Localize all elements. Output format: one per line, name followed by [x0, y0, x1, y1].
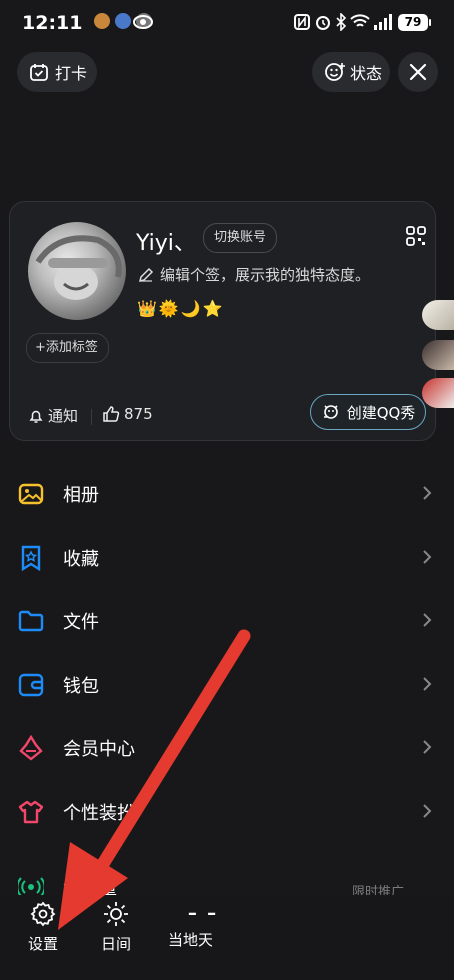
day-night-toggle[interactable]: 日间: [91, 901, 141, 954]
add-tag-label: 添加标签: [45, 340, 98, 355]
avatar[interactable]: [28, 222, 126, 320]
wifi-icon: [350, 14, 370, 27]
settings-label: 设置: [27, 935, 58, 953]
menu-item-wallet[interactable]: 钱包: [0, 654, 454, 716]
favorite-icon: [21, 545, 41, 571]
sun-icon: 🌞: [158, 299, 179, 318]
switch-account-button[interactable]: 切换账号: [203, 223, 278, 253]
album-icon: [18, 483, 44, 505]
menu-item-album[interactable]: 相册: [0, 463, 454, 525]
smiley-plus-icon: [325, 63, 345, 81]
eye-icon: [133, 15, 153, 29]
sun-icon: [104, 902, 128, 926]
battery-level: 79: [398, 14, 431, 31]
divider: [91, 409, 92, 425]
chevron-right-icon: [423, 677, 432, 691]
gear-icon: [30, 901, 56, 927]
notification-toggle[interactable]: 通知: [28, 405, 78, 426]
qq-show-label: 创建QQ秀: [346, 403, 416, 422]
app-notification-icon: [115, 13, 131, 29]
menu-label-wallet: 钱包: [63, 676, 99, 697]
nfc-icon: [294, 14, 310, 30]
app-notification-icon: [94, 13, 110, 29]
menu-label-outfit: 个性装扮: [63, 803, 135, 824]
menu-item-favorites[interactable]: 收藏: [0, 527, 454, 589]
bottom-bar: 设置 日间 – – 当地天气: [0, 895, 454, 980]
star-icon: ⭐: [202, 299, 223, 318]
vip-icon: [19, 735, 43, 761]
chevron-right-icon: [423, 613, 432, 627]
bluetooth-icon: [336, 13, 347, 31]
menu-label-album: 相册: [63, 485, 99, 506]
add-tag-button[interactable]: +添加标签: [26, 333, 109, 363]
level-badges[interactable]: 👑 🌞 🌙 ⭐: [137, 299, 223, 318]
alarm-icon: [316, 16, 330, 30]
chevron-right-icon: [423, 740, 432, 754]
likes-button[interactable]: 875: [102, 405, 153, 423]
avatar-sparkle-icon: [323, 405, 338, 419]
checkin-button[interactable]: 打卡: [17, 52, 97, 92]
wallet-icon: [18, 673, 44, 697]
plus-icon: +: [35, 340, 46, 355]
bell-icon: [29, 410, 43, 423]
calendar-check-icon: [30, 64, 48, 81]
avatar-image: [35, 235, 122, 300]
menu-label-files: 文件: [63, 612, 99, 633]
menu-label-favorites: 收藏: [63, 549, 99, 570]
menu-label-vip-center: 会员中心: [63, 739, 135, 760]
sticker-character-2[interactable]: [422, 340, 454, 370]
signature-text: 编辑个签，展示我的独特态度。: [160, 266, 371, 284]
local-weather-button[interactable]: – – 当地天气: [168, 901, 238, 950]
crown-icon: 👑: [137, 299, 157, 318]
qr-code-icon[interactable]: [406, 226, 426, 246]
thumbs-up-icon: [103, 406, 120, 422]
settings-button[interactable]: 设置: [18, 901, 68, 954]
status-time: 12:11: [22, 12, 83, 34]
status-label: 状态: [350, 64, 383, 83]
notify-label: 通知: [48, 407, 79, 425]
username: Yiyi、: [136, 231, 196, 256]
outfit-icon: [18, 800, 44, 824]
menu-item-files[interactable]: 文件: [0, 590, 454, 652]
likes-count: 875: [124, 405, 153, 423]
weather-value: – –: [187, 903, 219, 924]
close-icon: [409, 63, 427, 81]
signature-edit[interactable]: 编辑个签，展示我的独特态度。: [138, 264, 370, 285]
pencil-icon: [138, 267, 154, 282]
sticker-character-1[interactable]: [422, 300, 454, 330]
menu-item-outfit[interactable]: 个性装扮: [0, 781, 454, 843]
status-bar: 12:11 79: [0, 0, 454, 46]
chevron-right-icon: [423, 486, 432, 500]
status-button[interactable]: 状态: [312, 52, 390, 92]
create-qq-show-button[interactable]: 创建QQ秀: [310, 394, 426, 430]
signal-bars-icon: [374, 14, 392, 30]
weather-label: 当地天气: [168, 931, 212, 949]
checkin-label: 打卡: [55, 64, 88, 83]
sticker-character-3[interactable]: [422, 378, 454, 408]
folder-icon: [18, 610, 44, 632]
day-night-label: 日间: [100, 935, 131, 953]
profile-card: Yiyi、 切换账号 编辑个签，展示我的独特态度。 👑 🌞 🌙 ⭐ +添加标签 …: [9, 201, 436, 441]
chevron-right-icon: [423, 550, 432, 564]
moon-icon: 🌙: [180, 299, 201, 318]
close-button[interactable]: [398, 52, 438, 92]
chevron-right-icon: [423, 804, 432, 818]
menu-item-vip-center[interactable]: 会员中心: [0, 717, 454, 779]
